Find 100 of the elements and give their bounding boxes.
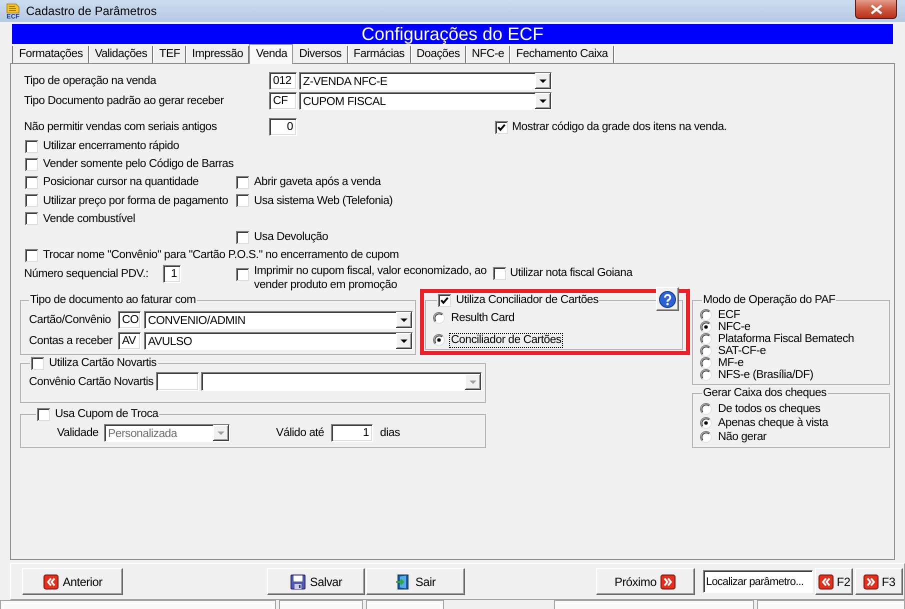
field-label: Validade <box>57 427 99 440</box>
checkbox-label: Usa Devolução <box>254 231 328 244</box>
field-label: Não permitir vendas com seriais antigos <box>24 121 217 133</box>
radio-button[interactable] <box>700 403 712 416</box>
radio-button[interactable] <box>700 321 712 334</box>
radio-button[interactable] <box>433 312 445 324</box>
checkbox-label: Utiliza Cartão Novartis <box>49 356 156 370</box>
checkbox[interactable] <box>25 140 38 153</box>
dropdown-arrow-icon[interactable] <box>396 333 412 350</box>
radio-label: Resulth Card <box>450 312 516 325</box>
radio-button[interactable] <box>700 431 712 444</box>
checkbox[interactable] <box>236 194 249 208</box>
checkbox[interactable] <box>236 230 249 244</box>
radio-label: Não gerar <box>717 430 768 444</box>
field-label: Número sequencial PDV.: <box>24 267 148 282</box>
code-field[interactable]: CO <box>118 311 141 330</box>
checkbox[interactable] <box>25 176 38 189</box>
close-icon[interactable] <box>870 4 882 14</box>
find-previous-button[interactable]: F2 <box>815 568 853 595</box>
dropdown[interactable]: AVULSO <box>144 332 413 350</box>
checkbox-label: Mostrar código da grade dos itens na venda. <box>512 121 727 133</box>
checkbox-label: Abrir gaveta após a venda <box>254 176 381 188</box>
double-chevron-left-icon <box>42 574 59 590</box>
previous-button[interactable]: Anterior <box>22 568 123 595</box>
code-field[interactable]: CF <box>269 92 297 110</box>
dropdown-arrow-icon[interactable] <box>535 73 551 89</box>
window-title: Cadastro de Parâmetros <box>26 4 157 18</box>
radio-label: MF-e <box>717 356 745 370</box>
checkbox-label: Utiliza Conciliador de Cartões <box>456 293 598 308</box>
field-label: Contas a receber <box>29 335 112 348</box>
search-field[interactable]: Localizar parâmetro... <box>703 570 813 593</box>
checkbox-label: Posicionar cursor na quantidade <box>43 176 199 188</box>
tab[interactable]: Venda <box>249 44 294 64</box>
checkbox[interactable] <box>31 356 44 370</box>
radio-label: Conciliador de Cartões <box>450 334 562 347</box>
dropdown-arrow-icon[interactable] <box>396 312 412 328</box>
radio-label: NFC-e <box>717 320 752 334</box>
radio-button[interactable] <box>700 357 712 370</box>
checkbox-label: Utilizar encerramento rápido <box>43 140 180 152</box>
field-label: Válido até <box>276 427 324 440</box>
checkbox[interactable] <box>438 294 451 307</box>
radio-label: Apenas cheque à vista <box>717 416 830 430</box>
group-title: Gerar Caixa dos cheques <box>703 387 827 400</box>
door-icon <box>395 574 412 590</box>
save-button[interactable]: Salvar <box>267 568 365 595</box>
dropdown-arrow-icon[interactable] <box>535 93 551 109</box>
radio-button[interactable] <box>700 309 712 322</box>
radio-button[interactable] <box>700 345 712 358</box>
code-field[interactable] <box>156 372 199 392</box>
number-field[interactable]: 0 <box>269 118 297 136</box>
radio-label: SAT-CF-e <box>717 344 767 358</box>
checkbox-label: Vender somente pelo Código de Barras <box>43 158 234 170</box>
group-title: Modo de Operação do PAF <box>703 294 836 306</box>
field-label: Tipo de operação na venda <box>24 75 156 87</box>
unit-label: dias <box>380 427 400 440</box>
code-field[interactable]: 012 <box>269 72 297 90</box>
field-label: Convênio Cartão Novartis <box>29 376 154 388</box>
dropdown[interactable]: Z-VENDA NFC-E <box>299 72 552 90</box>
next-button[interactable]: Próximo <box>596 568 695 595</box>
checkbox[interactable] <box>495 120 508 134</box>
checkbox[interactable] <box>25 212 38 226</box>
checkbox[interactable] <box>37 408 50 421</box>
checkbox-label: Utilizar nota fiscal Goiana <box>510 266 632 280</box>
number-field[interactable]: 1 <box>163 265 181 284</box>
radio-label: Plataforma Fiscal Bematech <box>717 332 856 346</box>
checkbox-label: Trocar nome "Convênio" para "Cartão P.O.S." no encerramento de cupom <box>43 249 399 262</box>
radio-label: NFS-e (Brasília/DF) <box>717 368 814 382</box>
group-title: Tipo de documento ao faturar com <box>30 294 196 306</box>
checkbox[interactable] <box>25 158 38 171</box>
radio-button[interactable] <box>433 334 445 346</box>
dropdown[interactable]: CUPOM FISCAL <box>299 92 552 110</box>
radio-button[interactable] <box>700 333 712 346</box>
radio-button[interactable] <box>700 417 712 430</box>
dropdown[interactable]: CONVENIO/ADMIN <box>144 311 413 330</box>
help-button[interactable] <box>656 287 679 312</box>
double-chevron-right-icon <box>660 574 676 590</box>
header-title: Configurações do ECF <box>361 24 544 44</box>
help-icon[interactable] <box>659 290 676 308</box>
checkbox-label: Imprimir no cupom fiscal, valor economizado, ao vender produto em promoção <box>254 264 488 292</box>
checkbox-label: Usa Cupom de Troca <box>55 407 158 422</box>
find-next-button[interactable]: F3 <box>855 568 903 595</box>
close-button[interactable] <box>855 0 897 19</box>
checkbox[interactable] <box>493 267 506 280</box>
double-chevron-left-icon <box>818 574 834 590</box>
number-field[interactable]: 1 <box>331 424 373 442</box>
field-label: Tipo Documento padrão ao gerar receber <box>24 95 224 107</box>
field-label: Cartão/Convênio <box>29 314 111 326</box>
checkbox[interactable] <box>25 194 38 208</box>
checkbox-label: Utilizar preço por forma de pagamento <box>43 194 228 207</box>
checkbox-label: Vende combustível <box>43 212 136 225</box>
checkbox-label: Usa sistema Web (Telefonia) <box>254 194 393 207</box>
radio-label: De todos os cheques <box>717 402 822 416</box>
radio-button[interactable] <box>700 369 712 382</box>
checkbox[interactable] <box>236 176 249 189</box>
radio-label: ECF <box>717 308 742 322</box>
checkbox[interactable] <box>25 248 38 262</box>
checkbox[interactable] <box>236 268 249 282</box>
code-field[interactable]: AV <box>118 332 141 350</box>
double-chevron-right-icon <box>862 574 879 590</box>
exit-button[interactable]: Sair <box>366 568 465 595</box>
